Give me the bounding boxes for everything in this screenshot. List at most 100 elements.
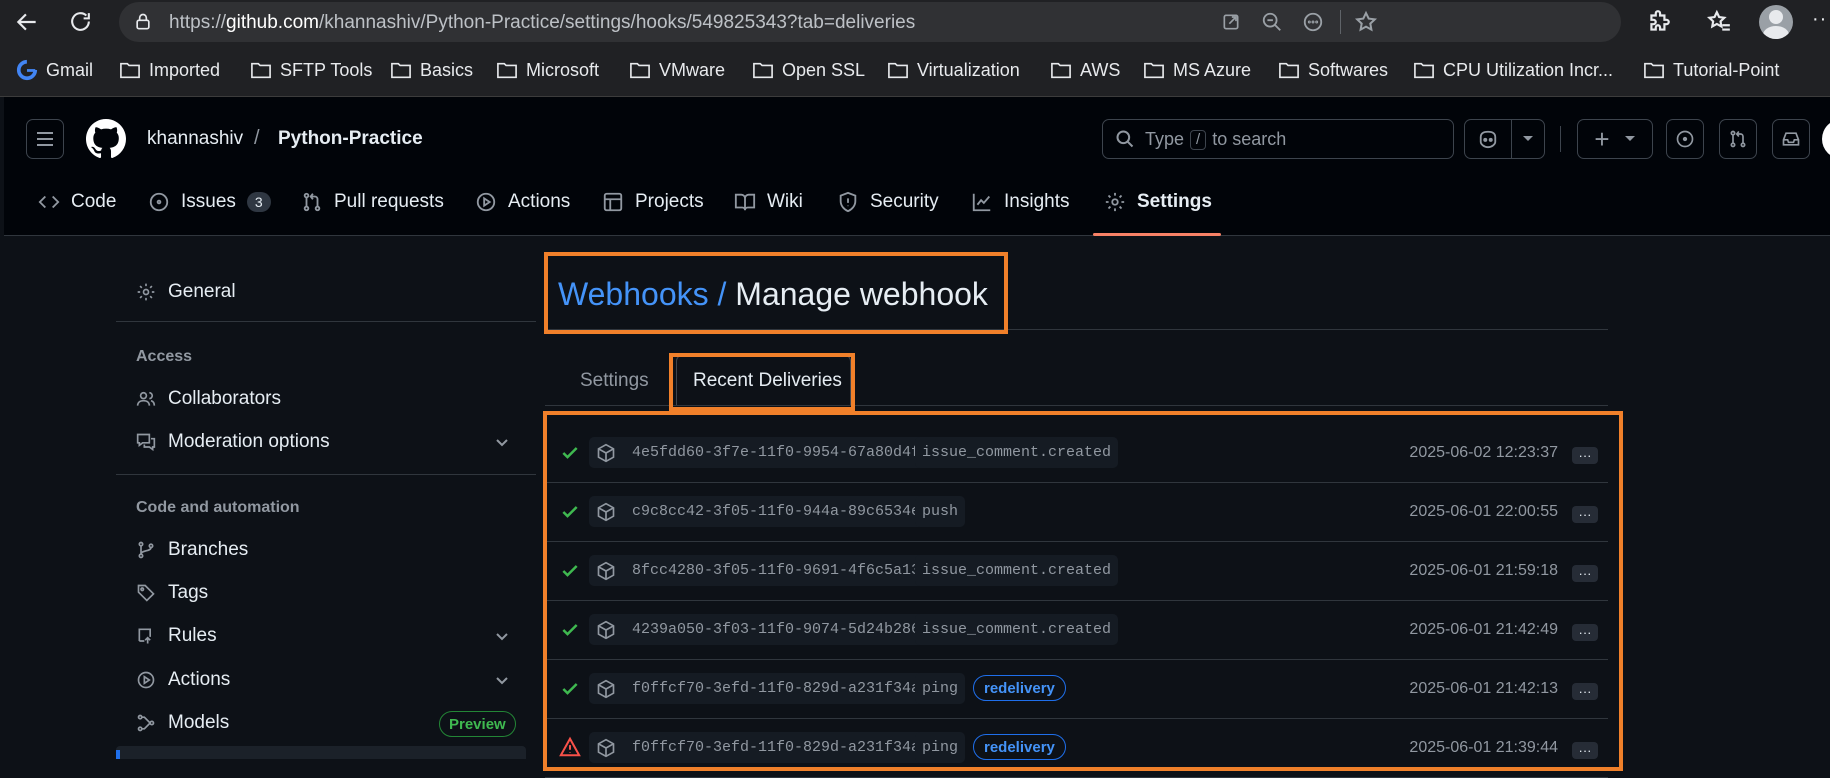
site-info-icon[interactable] xyxy=(133,12,153,32)
preview-badge: Preview xyxy=(439,711,516,737)
sidebar-item-rules[interactable]: Rules xyxy=(136,621,217,651)
more-horizontal-circle-icon[interactable] xyxy=(1302,11,1324,33)
play-icon xyxy=(475,191,497,213)
bookmark-sftp-tools[interactable]: SFTP Tools xyxy=(250,57,372,83)
issue-opened-icon xyxy=(148,191,170,213)
bookmark-imported[interactable]: Imported xyxy=(119,57,220,83)
folder-icon xyxy=(1643,60,1665,80)
bookmark-ms-azure[interactable]: MS Azure xyxy=(1143,57,1251,83)
breadcrumb-separator: / xyxy=(254,127,260,149)
folder-icon xyxy=(390,60,412,80)
sidebar-item-moderation[interactable]: Moderation options xyxy=(136,427,330,457)
folder-icon xyxy=(1413,60,1435,80)
folder-icon xyxy=(1143,60,1165,80)
profile-avatar[interactable] xyxy=(1759,5,1793,39)
tab-code[interactable]: Code xyxy=(38,187,116,217)
deliveries-highlight-box xyxy=(543,411,1623,771)
folder-icon xyxy=(250,60,272,80)
github-logo-icon[interactable] xyxy=(86,119,126,159)
bookmark-gmail[interactable]: Gmail xyxy=(16,57,93,83)
sidebar-item-actions[interactable]: Actions xyxy=(136,665,230,695)
book-icon xyxy=(734,191,756,213)
browser-menu-icon[interactable]: ·· xyxy=(1812,8,1827,31)
code-icon xyxy=(38,191,60,213)
open-in-app-icon[interactable] xyxy=(1221,12,1241,32)
user-avatar[interactable] xyxy=(1822,119,1830,159)
github-header: khannashiv / Python-Practice Type / to s… xyxy=(4,97,1830,236)
title-highlight-box xyxy=(544,252,1008,334)
repo-name-link[interactable]: Python-Practice xyxy=(278,128,423,150)
create-new-button[interactable]: + xyxy=(1577,119,1653,159)
bookmark-microsoft[interactable]: Microsoft xyxy=(496,57,599,83)
tab-settings[interactable]: Settings xyxy=(1104,187,1212,217)
bookmark-open-ssl[interactable]: Open SSL xyxy=(752,57,865,83)
copilot-button[interactable] xyxy=(1464,119,1512,159)
tab-security[interactable]: Security xyxy=(837,187,939,217)
zoom-icon[interactable] xyxy=(1261,11,1283,33)
git-branch-icon xyxy=(136,540,156,560)
sidebar-item-tags[interactable]: Tags xyxy=(136,578,208,608)
tab-issues[interactable]: Issues 3 xyxy=(148,187,271,217)
refresh-icon[interactable] xyxy=(68,9,93,34)
tab-label: Security xyxy=(870,191,939,212)
search-icon xyxy=(1115,129,1135,149)
repo-owner-link[interactable]: khannashiv xyxy=(147,128,243,150)
comment-discussion-icon xyxy=(136,432,156,452)
tab-wiki[interactable]: Wiki xyxy=(734,187,803,217)
bookmark-softwares[interactable]: Softwares xyxy=(1278,57,1388,83)
bookmarks-bar: Gmail Imported SFTP Tools Basics Microsoft V… xyxy=(0,44,1830,97)
bookmark-basics[interactable]: Basics xyxy=(390,57,473,83)
browser-toolbar: https://github.com/khannashiv/Python-Pra… xyxy=(0,0,1830,44)
graph-icon xyxy=(971,191,993,213)
gear-icon xyxy=(136,282,156,302)
tab-pull-requests[interactable]: Pull requests xyxy=(301,187,444,217)
people-icon xyxy=(136,389,156,409)
tab-settings[interactable]: Settings xyxy=(580,370,649,392)
issues-count-badge: 3 xyxy=(246,192,271,212)
chevron-down-icon[interactable] xyxy=(494,672,510,688)
url-text: https://github.com/khannashiv/Python-Pra… xyxy=(169,12,916,33)
header-divider xyxy=(1560,126,1561,152)
sidebar-item-branches[interactable]: Branches xyxy=(136,535,248,565)
search-shortcut-key: / xyxy=(1190,129,1207,150)
bookmark-virtualization[interactable]: Virtualization xyxy=(887,57,1020,83)
pull-requests-button[interactable] xyxy=(1719,119,1757,159)
tab-actions[interactable]: Actions xyxy=(475,187,570,217)
tab-highlight-box xyxy=(669,353,855,411)
tab-label: Projects xyxy=(635,191,704,212)
tab-insights[interactable]: Insights xyxy=(971,187,1069,217)
favorite-star-icon[interactable] xyxy=(1354,10,1378,34)
bookmark-aws[interactable]: AWS xyxy=(1050,57,1120,83)
bookmark-vmware[interactable]: VMware xyxy=(629,57,725,83)
folder-icon xyxy=(496,60,518,80)
inbox-button[interactable] xyxy=(1772,119,1810,159)
tab-label: Settings xyxy=(1137,191,1212,212)
copilot-dropdown-button[interactable] xyxy=(1511,119,1545,159)
favorites-icon[interactable] xyxy=(1706,9,1732,35)
address-bar-divider xyxy=(1340,10,1341,34)
gear-icon xyxy=(1104,191,1126,213)
chevron-down-icon[interactable] xyxy=(494,628,510,644)
search-input[interactable]: Type / to search xyxy=(1102,119,1454,159)
tab-label: Pull requests xyxy=(334,191,444,212)
chevron-down-icon[interactable] xyxy=(494,434,510,450)
tab-label: Issues xyxy=(181,191,236,212)
sidebar-heading-code-automation: Code and automation xyxy=(136,499,300,516)
sidebar-item-models[interactable]: Models xyxy=(136,708,229,738)
extensions-puzzle-icon[interactable] xyxy=(1646,9,1672,35)
sidebar-item-collaborators[interactable]: Collaborators xyxy=(136,384,281,414)
tab-projects[interactable]: Projects xyxy=(602,187,704,217)
folder-icon xyxy=(629,60,651,80)
bookmark-tutorial-point[interactable]: Tutorial-Point xyxy=(1643,57,1779,83)
sidebar-scroll-row xyxy=(116,746,526,759)
models-icon xyxy=(136,713,156,733)
issues-button[interactable] xyxy=(1666,119,1704,159)
global-menu-button[interactable] xyxy=(26,119,64,159)
sidebar-item-general[interactable]: General xyxy=(136,277,236,307)
address-bar[interactable]: https://github.com/khannashiv/Python-Pra… xyxy=(119,2,1621,42)
search-placeholder: Type / to search xyxy=(1145,129,1287,150)
back-arrow-icon[interactable] xyxy=(14,9,40,35)
bookmark-cpu-utilization[interactable]: CPU Utilization Incr... xyxy=(1413,57,1613,83)
selected-tab-underline xyxy=(1093,233,1221,236)
table-icon xyxy=(602,191,624,213)
